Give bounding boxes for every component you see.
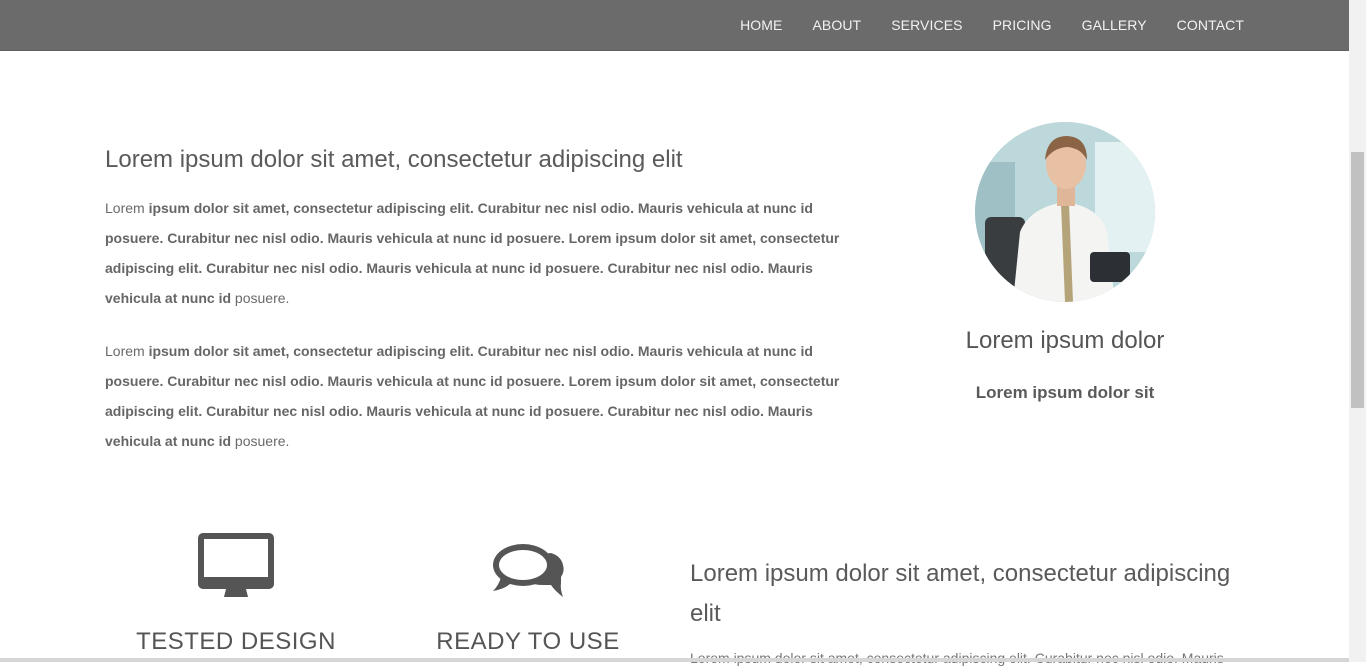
paragraph-2-bold: ipsum dolor sit amet, consectetur adipis… xyxy=(105,343,840,449)
paragraph-1-bold: ipsum dolor sit amet, consectetur adipis… xyxy=(105,200,840,306)
about-paragraph-2: Lorem ipsum dolor sit amet, consectetur … xyxy=(105,336,845,456)
nav-gallery-link[interactable]: GALLERY xyxy=(1082,17,1147,33)
profile-avatar xyxy=(975,122,1155,302)
nav-home-link[interactable]: HOME xyxy=(740,17,782,33)
profile-name: Lorem ipsum dolor xyxy=(965,327,1165,354)
navbar: HOME ABOUT SERVICES PRICING GALLERY CONT… xyxy=(0,0,1349,51)
profile-role: Lorem ipsum dolor sit xyxy=(975,383,1155,402)
about-title: Lorem ipsum dolor sit amet, consectetur … xyxy=(105,146,683,173)
nav-pricing-link[interactable]: PRICING xyxy=(993,17,1052,33)
nav-contact-link[interactable]: CONTACT xyxy=(1177,17,1244,33)
profile-photo xyxy=(975,122,1155,302)
paragraph-1-lead: Lorem xyxy=(105,200,149,216)
paragraph-1-tail: posuere. xyxy=(231,290,290,306)
bottom-edge xyxy=(0,658,1349,662)
feature-title-ready-to-use: READY TO USE xyxy=(436,628,620,655)
comments-icon xyxy=(491,541,567,606)
desktop-icon xyxy=(196,531,276,604)
nav-menu: HOME ABOUT SERVICES PRICING GALLERY CONT… xyxy=(710,0,1244,50)
about-paragraph-1: Lorem ipsum dolor sit amet, consectetur … xyxy=(105,193,845,313)
feature-title-tested-design: TESTED DESIGN xyxy=(136,628,336,655)
scrollbar-thumb[interactable] xyxy=(1351,152,1364,408)
vertical-scrollbar[interactable] xyxy=(1349,0,1366,662)
paragraph-2-tail: posuere. xyxy=(231,433,290,449)
side-section-title: Lorem ipsum dolor sit amet, consectetur … xyxy=(690,560,1231,627)
nav-about-link[interactable]: ABOUT xyxy=(812,17,861,33)
nav-services-link[interactable]: SERVICES xyxy=(891,17,962,33)
paragraph-2-lead: Lorem xyxy=(105,343,149,359)
